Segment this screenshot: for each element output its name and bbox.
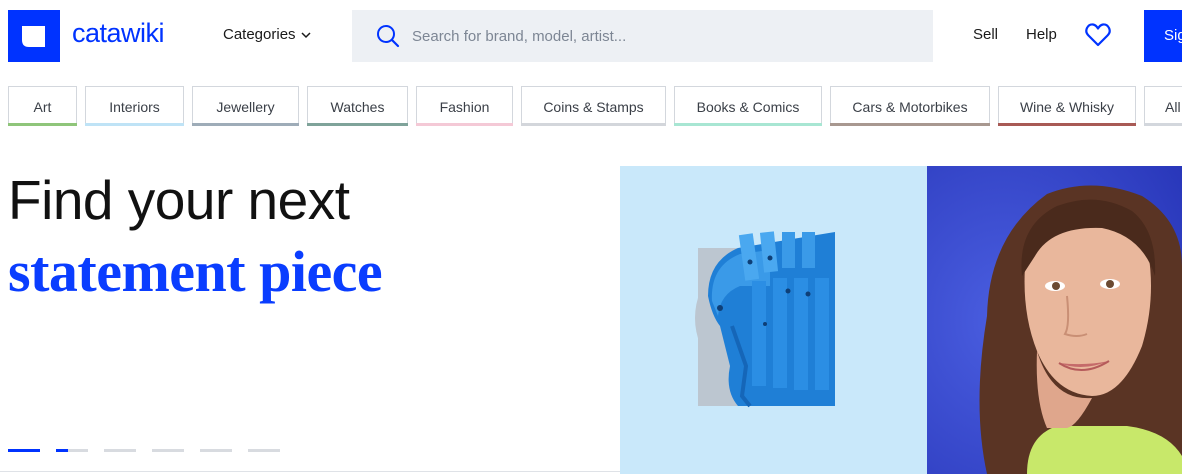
help-link[interactable]: Help (1026, 26, 1057, 43)
category-color-bar (8, 123, 77, 126)
category-tab-art[interactable]: Art (8, 86, 77, 126)
category-tab-label: Cars & Motorbikes (852, 98, 968, 115)
category-tab-label: Coins & Stamps (543, 98, 644, 115)
categories-label: Categories (223, 26, 296, 43)
category-tab-cars-motorbikes[interactable]: Cars & Motorbikes (830, 86, 990, 126)
category-tab-all[interactable]: All (1144, 86, 1182, 126)
category-color-bar (1144, 123, 1182, 126)
category-tab-coins-stamps[interactable]: Coins & Stamps (521, 86, 666, 126)
carousel-dot[interactable] (152, 449, 184, 452)
carousel-dot[interactable] (8, 449, 40, 452)
search-icon[interactable] (376, 24, 400, 48)
catawiki-logo-icon[interactable] (8, 10, 60, 62)
brand-logo-text[interactable]: catawiki (72, 18, 165, 49)
carousel-dot-progress[interactable] (56, 449, 88, 452)
heart-icon[interactable] (1084, 22, 1112, 48)
divider (0, 471, 620, 472)
hero-portrait-image[interactable] (927, 166, 1182, 474)
categories-dropdown[interactable]: Categories (223, 26, 311, 43)
hero-chair-image[interactable] (620, 166, 927, 474)
hero-title-line-2: statement piece (8, 239, 383, 304)
category-tab-label: Fashion (439, 98, 490, 115)
chevron-down-icon (301, 31, 311, 38)
category-tab-watches[interactable]: Watches (307, 86, 408, 126)
category-tab-label: Watches (330, 98, 385, 115)
category-tab-label: All (1165, 98, 1181, 115)
category-color-bar (192, 123, 299, 126)
category-color-bar (830, 123, 990, 126)
search-input[interactable] (412, 27, 892, 45)
category-tab-label: Wine & Whisky (1019, 98, 1115, 115)
category-strip: Art Interiors Jewellery Watches Fashion … (0, 86, 1182, 126)
category-tab-jewellery[interactable]: Jewellery (192, 86, 299, 126)
sign-in-button[interactable]: Sig (1144, 10, 1182, 62)
category-tab-label: Art (33, 98, 52, 115)
category-color-bar (674, 123, 822, 126)
category-tab-wine-whisky[interactable]: Wine & Whisky (998, 86, 1136, 126)
category-tab-fashion[interactable]: Fashion (416, 86, 513, 126)
category-color-bar (998, 123, 1136, 126)
category-tab-books-comics[interactable]: Books & Comics (674, 86, 822, 126)
sell-link[interactable]: Sell (973, 26, 998, 43)
category-color-bar (307, 123, 408, 126)
carousel-dot[interactable] (104, 449, 136, 452)
carousel-progress-fill (56, 449, 68, 452)
carousel-indicators (8, 449, 280, 452)
category-tab-label: Interiors (109, 98, 160, 115)
header: catawiki Categories Sell Help Sig (0, 0, 1182, 72)
carousel-dot[interactable] (200, 449, 232, 452)
category-color-bar (85, 123, 184, 126)
category-tab-label: Jewellery (216, 98, 275, 115)
category-color-bar (416, 123, 513, 126)
search-bar[interactable] (352, 10, 933, 62)
carousel-dot[interactable] (248, 449, 280, 452)
hero-title-line-1: Find your next (8, 169, 350, 231)
category-color-bar (521, 123, 666, 126)
category-tab-label: Books & Comics (696, 98, 800, 115)
category-tab-interiors[interactable]: Interiors (85, 86, 184, 126)
